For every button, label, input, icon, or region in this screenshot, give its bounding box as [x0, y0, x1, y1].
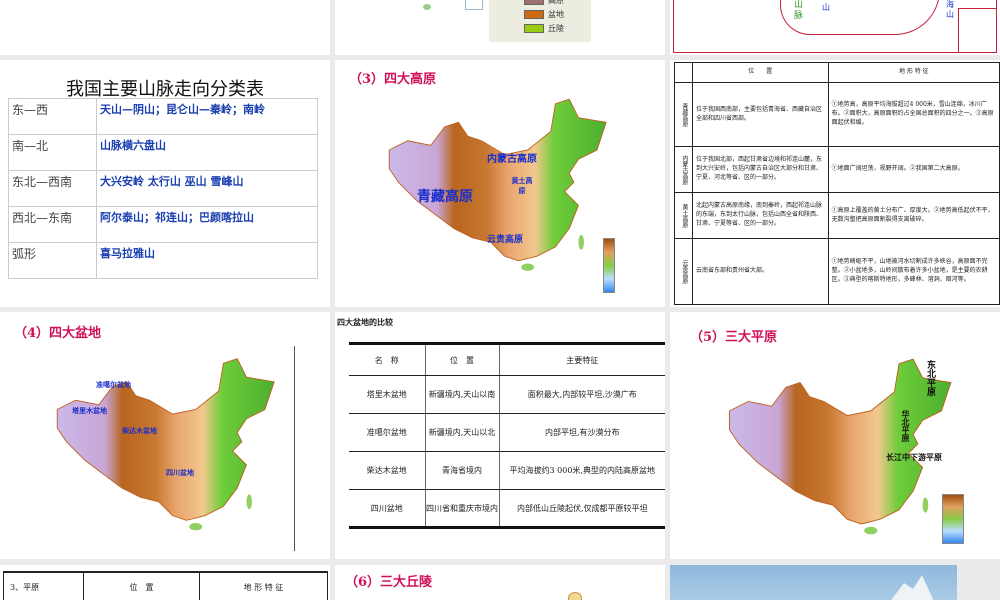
slide-thumbnail-2[interactable]: 高原 盆地 丘陵	[335, 0, 665, 55]
table-row: 东—西 天山—阴山；昆仑山—秦岭；南岭	[8, 98, 318, 135]
table-row: 云贵高原 云南省东部和贵州省大部。 ①地势崎岖不平，山地被河水切割成许多峡谷，高原面…	[674, 238, 1000, 305]
legend-item: 高原	[524, 0, 591, 6]
slide-thumbnail-1[interactable]	[0, 0, 330, 55]
map-label: 塔里木盆地	[72, 407, 107, 415]
slide-title: （5）三大平原	[690, 330, 778, 345]
table-row: 弧形 喜马拉雅山	[8, 242, 318, 279]
slide-thumbnail-hill-map[interactable]: （6）三大丘陵	[335, 565, 665, 600]
slide-thumbnail-plain-table[interactable]: 3、平原位 置地 形 特 征	[0, 565, 330, 600]
map-fragment	[568, 592, 582, 600]
map-label: 四川盆地	[166, 469, 194, 477]
divider-line	[294, 346, 295, 551]
map-label: 云贵高原	[487, 235, 524, 245]
slide-thumbnail-basin-map[interactable]: （4）四大盆地 准噶尔盆地 塔里木盆地 柴达木盆地 四川盆地	[0, 312, 330, 559]
legend-item: 盆地	[524, 9, 591, 20]
slide-thumbnail-photo[interactable]	[670, 565, 1000, 600]
slide-title: （4）四大盆地	[14, 326, 102, 341]
slide-thumbnail-3[interactable]: 山脉 山 海山	[670, 0, 1000, 55]
table-row: 准噶尔盆地 新疆境内,天山以北 内部平坦,有沙漠分布	[349, 413, 665, 452]
map-label: 黄土高原	[511, 177, 533, 195]
terrain-map	[380, 85, 620, 275]
table-row: 南—北 山脉横六盘山	[8, 134, 318, 171]
coast-line	[780, 0, 940, 35]
map-label: 青藏高原	[417, 189, 473, 205]
table-header: 3、平原位 置地 形 特 征	[3, 571, 328, 600]
table-caption: 四大盆地的比较	[337, 317, 393, 327]
table-row: 青藏高原 位于我国西南部，主要包括青海省、西藏自治区全部和四川省西部。 ①地势高，高…	[674, 82, 1000, 147]
table-row: 四川盆地 四川省和重庆市境内 内部低山丘陵起伏,仅成都平原较平坦	[349, 489, 665, 529]
table-row: 东北—西南 大兴安岭 太行山 巫山 雪峰山	[8, 170, 318, 207]
table-row: 黄土高原 北起内蒙古高原南缘，南到秦岭，西起祁连山脉的东端，东到太行山脉，包括山西…	[674, 192, 1000, 239]
table-header: 位 置地 形 特 征	[674, 62, 1000, 83]
island-marker	[423, 4, 431, 10]
mountain-photo	[670, 565, 957, 600]
map-label: 东北平原	[925, 360, 935, 396]
basin-comparison-table: 名 称位 置主要特征 塔里木盆地 新疆境内,天山以南 面积最大,内部较平坦,沙漠广布…	[349, 342, 665, 529]
range-label: 山	[822, 3, 830, 12]
table-row: 柴达木盆地 青海省境内 平均海拔约3 000米,典型的内陆高原盆地	[349, 451, 665, 490]
legend-item: 丘陵	[524, 23, 591, 34]
plateau-features-table: 位 置地 形 特 征 青藏高原 位于我国西南部，主要包括青海省、西藏自治区全部和四…	[674, 62, 1000, 305]
snow-peak	[880, 575, 940, 600]
slide-thumbnail-mountain-table[interactable]: 我国主要山脉走向分类表 东—西 天山—阴山；昆仑山—秦岭；南岭 南—北 山脉横六盘山…	[0, 60, 330, 307]
slide-title: （6）三大丘陵	[345, 575, 433, 590]
slide-thumbnail-plateau-map[interactable]: （3）四大高原 内蒙古高原 黄土高原 青藏高原 云贵高原	[335, 60, 665, 307]
slide-thumbnail-plain-map[interactable]: （5）三大平原 东北平原 华北平原 长江中下游平原	[670, 312, 1000, 559]
table-row: 西北—东南 阿尔泰山；祁连山；巴颜喀拉山	[8, 206, 318, 243]
map-label: 柴达木盆地	[122, 427, 157, 435]
range-label: 海山	[946, 0, 954, 19]
table-row: 塔里木盆地 新疆境内,天山以南 面积最大,内部较平坦,沙漠广布	[349, 375, 665, 414]
slide-thumbnail-basin-table[interactable]: 四大盆地的比较 名 称位 置主要特征 塔里木盆地 新疆境内,天山以南 面积最大,内部…	[335, 312, 665, 559]
elevation-legend	[942, 494, 964, 544]
range-label: 山脉	[794, 0, 804, 21]
map-label: 准噶尔盆地	[96, 381, 131, 389]
plain-features-table: 3、平原位 置地 形 特 征	[3, 571, 328, 600]
slide-thumbnail-plateau-table[interactable]: 位 置地 形 特 征 青藏高原 位于我国西南部，主要包括青海省、西藏自治区全部和四…	[670, 60, 1000, 307]
map-label: 长江中下游平原	[886, 453, 942, 462]
terrain-legend: 高原 盆地 丘陵	[489, 0, 591, 42]
map-label: 内蒙古高原	[487, 154, 537, 165]
terrain-map	[48, 342, 288, 537]
mountain-direction-table: 东—西 天山—阴山；昆仑山—秦岭；南岭 南—北 山脉横六盘山 东北—西南 大兴安岭 太…	[8, 98, 318, 279]
inset-frame	[958, 8, 997, 53]
table-header: 名 称位 置主要特征	[349, 342, 665, 376]
elevation-legend	[603, 238, 615, 293]
table-row: 内蒙古高原 位于我国北部，西起甘肃省边境和祁连山麓，东到大兴安岭，包括内蒙古自治区…	[674, 146, 1000, 193]
map-label: 华北平原	[901, 410, 910, 442]
map-inset-box	[465, 0, 483, 10]
